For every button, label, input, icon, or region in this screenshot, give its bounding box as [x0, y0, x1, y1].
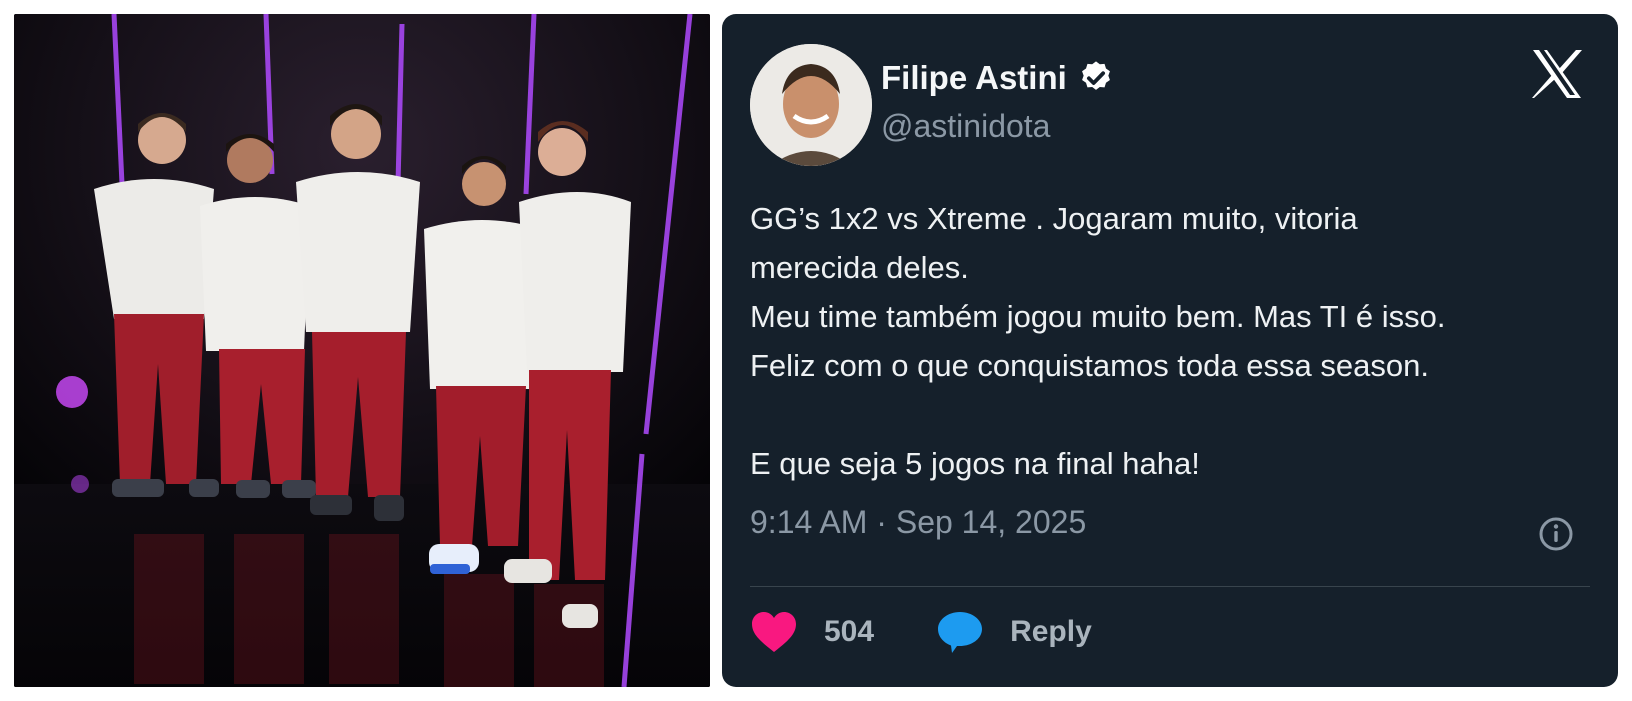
- like-button[interactable]: 504: [750, 610, 874, 654]
- tweet-actions: 504 Reply: [750, 604, 1092, 660]
- tweet-card[interactable]: Filipe Astini @astinidota GG’s 1x2 vs Xt…: [722, 14, 1618, 687]
- divider: [750, 586, 1590, 587]
- author-name[interactable]: Filipe Astini: [881, 59, 1067, 97]
- reply-button[interactable]: Reply: [936, 610, 1092, 654]
- reply-label: Reply: [1010, 615, 1092, 648]
- avatar-portrait: [750, 44, 872, 166]
- info-icon[interactable]: [1538, 516, 1574, 552]
- heart-icon: [752, 612, 796, 652]
- verified-badge-icon: [1081, 61, 1110, 90]
- team-photo-illustration: [14, 14, 710, 687]
- author-name-row: Filipe Astini: [881, 59, 1115, 97]
- author-handle[interactable]: @astinidota: [881, 108, 1050, 145]
- x-logo-icon[interactable]: [1530, 48, 1584, 100]
- team-photo: [14, 14, 710, 687]
- tweet-text: GG’s 1x2 vs Xtreme . Jogaram muito, vito…: [750, 201, 1446, 481]
- speech-bubble-icon: [938, 612, 983, 653]
- tweet-timestamp[interactable]: 9:14 AM · Sep 14, 2025: [750, 504, 1086, 541]
- like-count: 504: [824, 615, 875, 648]
- author-avatar[interactable]: [750, 44, 872, 166]
